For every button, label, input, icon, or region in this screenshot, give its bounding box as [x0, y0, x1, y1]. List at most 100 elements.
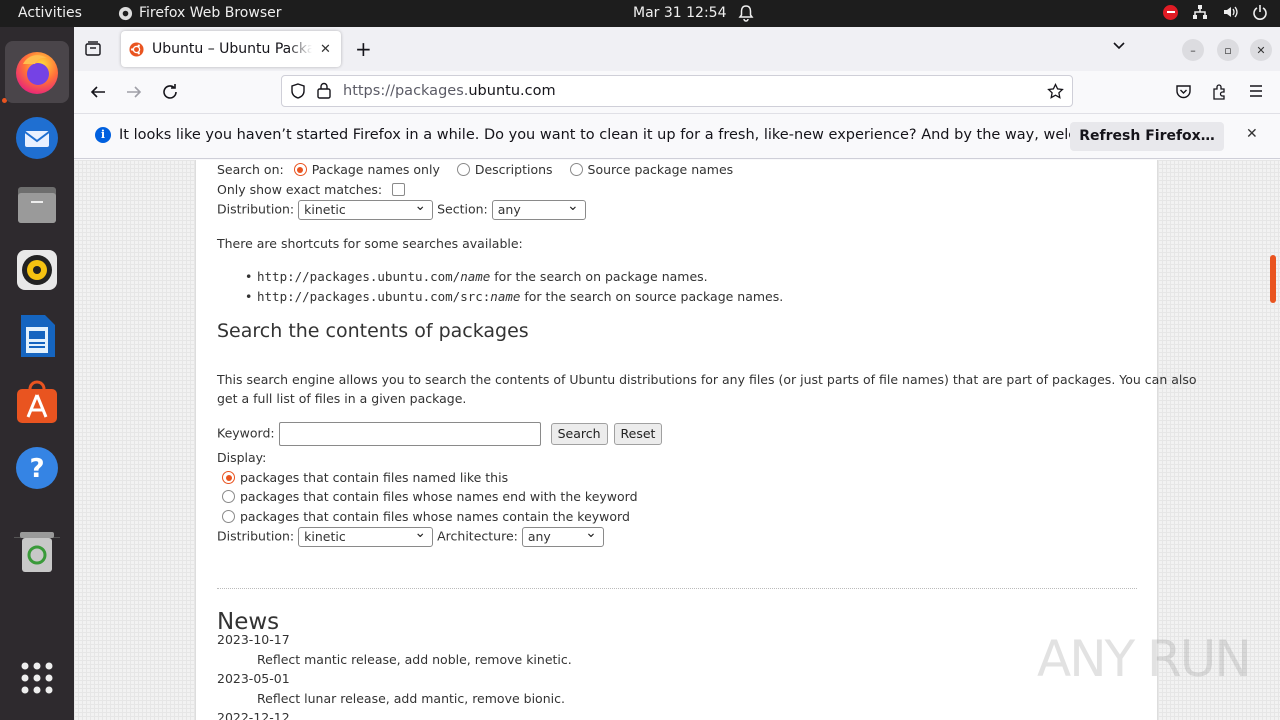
shortcut-item-name: http://packages.ubuntu.com/name for the … [245, 269, 708, 284]
refresh-firefox-button[interactable]: Refresh Firefox… [1070, 122, 1224, 151]
reload-icon[interactable] [161, 83, 179, 101]
tab-strip: Ubuntu – Ubuntu Packages Search ✕ + – ▫ … [74, 27, 1280, 71]
distribution-label: Distribution: [217, 201, 295, 217]
section-select[interactable]: any [491, 198, 586, 220]
distribution-row: Distribution: kinetic Section: any [217, 198, 586, 220]
files-icon [18, 187, 56, 223]
distribution-select[interactable]: kinetic [298, 198, 434, 220]
clock[interactable]: Mar 31 12:54 [633, 5, 726, 21]
app-center-icon [17, 380, 57, 423]
firefox-view-icon[interactable] [84, 40, 102, 58]
dock: ? [0, 27, 74, 720]
lock-icon[interactable] [317, 82, 331, 99]
contents-description-line2: get a full list of files in a given pack… [217, 391, 467, 406]
news-date: 2022-12-12 [217, 710, 290, 720]
app-name: Firefox Web Browser [139, 5, 282, 21]
volume-icon [1224, 6, 1238, 18]
exact-matches-label: Only show exact matches: [217, 182, 383, 197]
refresh-notification-bar: i It looks like you haven’t started Fire… [74, 113, 1280, 159]
recording-indicator-icon[interactable] [1163, 4, 1178, 20]
radio-descriptions[interactable]: Descriptions [456, 162, 553, 177]
firefox-icon [16, 52, 58, 94]
radio-source-package-names[interactable]: Source package names [569, 162, 733, 177]
info-icon: i [95, 127, 111, 143]
close-notification-icon[interactable]: ✕ [1246, 126, 1258, 142]
keyword-label: Keyword: [217, 425, 275, 441]
rhythmbox-icon [17, 250, 57, 290]
firefox-window: Ubuntu – Ubuntu Packages Search ✕ + – ▫ … [74, 27, 1280, 720]
dock-rhythmbox[interactable] [5, 239, 69, 301]
back-icon[interactable] [89, 83, 107, 101]
url-text[interactable]: https://packages.ubuntu.com [343, 83, 556, 99]
show-applications-button[interactable] [5, 647, 69, 709]
app-menu[interactable]: Firefox Web Browser [118, 5, 282, 21]
news-text: Reflect mantic release, add noble, remov… [257, 652, 572, 667]
exact-matches-checkbox[interactable] [392, 183, 406, 196]
dock-help[interactable]: ? [5, 437, 69, 499]
news-date: 2023-10-17 [217, 632, 290, 647]
system-top-bar: Activities Firefox Web Browser Mar 31 12… [0, 0, 1280, 27]
radio-package-names[interactable]: Package names only [293, 162, 440, 177]
contents-distribution-label: Distribution: [217, 528, 295, 544]
keyword-input[interactable] [278, 422, 541, 446]
anyrun-watermark: ANY RUN [1037, 630, 1252, 688]
help-icon: ? [16, 447, 58, 489]
architecture-select[interactable]: any [521, 525, 604, 547]
forward-icon[interactable] [125, 83, 143, 101]
search-button[interactable]: Search [550, 422, 608, 445]
exact-matches-row: Only show exact matches: [217, 182, 406, 197]
activities-button[interactable]: Activities [18, 5, 82, 21]
maximize-icon[interactable]: ▫ [1217, 39, 1239, 61]
notification-bell-icon[interactable] [738, 4, 754, 26]
dock-libreoffice-writer[interactable] [5, 305, 69, 367]
new-tab-icon[interactable]: + [355, 37, 372, 61]
radio-files-named-like[interactable]: packages that contain files named like t… [222, 470, 508, 485]
power-icon [1253, 5, 1267, 20]
writer-icon [21, 315, 55, 357]
search-on-label: Search on: [217, 162, 284, 177]
shortcuts-intro: There are shortcuts for some searches av… [217, 236, 523, 251]
minimize-icon[interactable]: – [1182, 39, 1204, 61]
navigation-toolbar: https://packages.ubuntu.com [74, 71, 1280, 113]
section-divider [217, 588, 1137, 589]
dock-firefox[interactable] [5, 41, 69, 103]
contents-search-heading: Search the contents of packages [217, 320, 529, 342]
close-window-icon[interactable]: ✕ [1250, 39, 1272, 61]
tracking-protection-shield-icon[interactable] [290, 83, 306, 99]
architecture-label: Architecture: [437, 528, 518, 544]
search-on-row: Search on: Package names only Descriptio… [217, 162, 733, 177]
extensions-icon[interactable] [1211, 83, 1228, 100]
news-date: 2023-05-01 [217, 671, 290, 686]
system-tray[interactable] [1163, 4, 1268, 20]
pocket-icon[interactable] [1175, 83, 1192, 100]
tab-title: Ubuntu – Ubuntu Packages Search [152, 41, 312, 57]
thunderbird-icon [16, 117, 58, 159]
tab-ubuntu-packages[interactable]: Ubuntu – Ubuntu Packages Search ✕ [121, 31, 341, 67]
dock-app-center[interactable] [5, 371, 69, 433]
ubuntu-favicon-icon [129, 41, 144, 57]
page-content: Search on: Package names only Descriptio… [195, 160, 1197, 720]
app-grid-icon [21, 662, 53, 694]
trash-icon [20, 532, 54, 572]
page-viewport: Search on: Package names only Descriptio… [74, 160, 1280, 720]
bookmark-star-icon[interactable] [1047, 83, 1064, 100]
app-menu-icon[interactable] [1248, 83, 1264, 99]
dock-thunderbird[interactable] [5, 107, 69, 169]
news-text: Reflect lunar release, add mantic, remov… [257, 691, 565, 706]
contents-description-line1: This search engine allows you to search … [217, 372, 1197, 387]
shortcut-item-src: http://packages.ubuntu.com/src:name for … [245, 289, 783, 304]
reset-button[interactable]: Reset [613, 422, 663, 445]
firefox-small-icon [118, 6, 133, 20]
svg-text:?: ? [29, 454, 44, 484]
radio-files-ending-with[interactable]: packages that contain files whose names … [222, 489, 638, 504]
dock-files[interactable] [5, 173, 69, 235]
scrollbar-thumb[interactable] [1270, 255, 1276, 303]
notification-message: It looks like you haven’t started Firefo… [119, 127, 1154, 143]
address-bar[interactable]: https://packages.ubuntu.com [281, 75, 1073, 107]
close-tab-icon[interactable]: ✕ [320, 42, 331, 57]
radio-files-containing[interactable]: packages that contain files whose names … [222, 509, 630, 524]
keyword-row: Keyword: Search Reset [217, 422, 663, 446]
dock-trash[interactable] [5, 521, 69, 583]
contents-distribution-select[interactable]: kinetic [298, 525, 434, 547]
list-all-tabs-icon[interactable] [1112, 39, 1126, 53]
